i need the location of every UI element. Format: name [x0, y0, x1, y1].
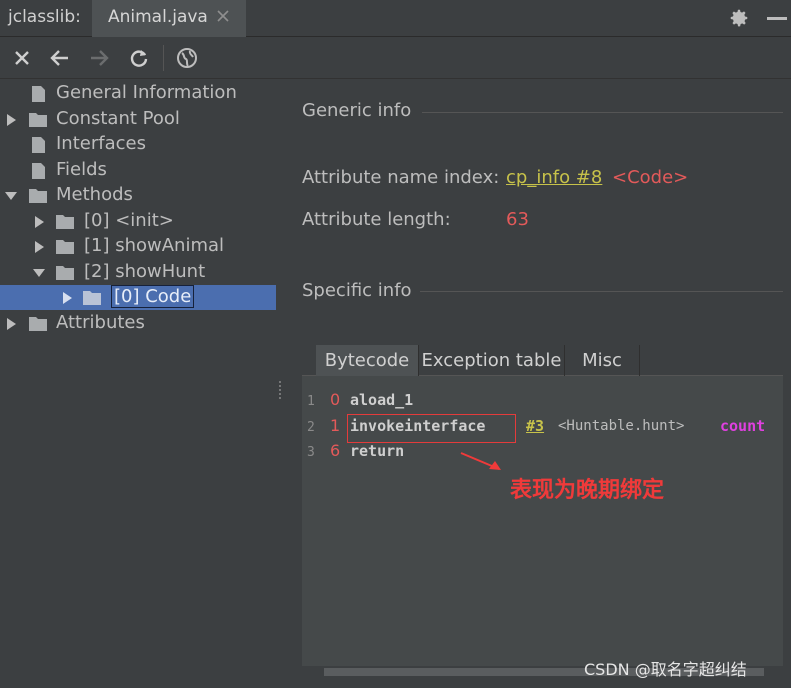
splitter-handle[interactable]: [278, 380, 282, 400]
tab-label: Misc: [582, 350, 622, 371]
tab-label: Bytecode: [324, 350, 410, 371]
tree-item-label: [1] showAnimal: [84, 235, 225, 256]
byte-offset: 6: [330, 441, 341, 460]
collapsed-arrow-icon[interactable]: [33, 215, 45, 229]
line-number: 3: [307, 445, 315, 460]
count-keyword: count: [720, 417, 766, 435]
watermark: CSDN @取名字超纠结: [584, 660, 747, 679]
class-tree: General Information Constant Pool Interfac…: [0, 80, 276, 688]
collapsed-arrow-icon[interactable]: [61, 291, 73, 305]
tree-item-label: Methods: [56, 184, 133, 205]
file-icon: [32, 163, 45, 179]
code-line: 1 0 aload_1: [302, 389, 783, 413]
constant-pool-ref-link[interactable]: #3: [526, 417, 544, 435]
highlight-box: [347, 414, 516, 443]
code-line: 3 6 return: [302, 440, 783, 464]
tree-item-label: [0] Code: [111, 285, 195, 308]
tree-item[interactable]: Constant Pool: [0, 107, 276, 132]
bytecode-tabs: Bytecode Exception table Misc: [302, 345, 783, 376]
tree-item[interactable]: [0] Code: [0, 285, 276, 310]
tree-item[interactable]: General Information: [0, 81, 276, 106]
globe-icon[interactable]: [176, 47, 198, 69]
forward-arrow-icon[interactable]: [88, 47, 110, 69]
cp-info-link[interactable]: cp_info #8: [506, 167, 602, 188]
tree-item[interactable]: Interfaces: [0, 132, 276, 157]
close-icon[interactable]: [215, 8, 231, 24]
tree-item[interactable]: [2] showHunt: [0, 260, 276, 285]
tree-item-label: Attributes: [56, 312, 145, 333]
app-label: jclasslib:: [8, 7, 81, 27]
tree-item[interactable]: Fields: [0, 158, 276, 183]
folder-icon: [29, 189, 47, 203]
file-icon: [32, 86, 45, 102]
collapsed-arrow-icon[interactable]: [5, 317, 17, 331]
attribute-length-label: Attribute length:: [302, 209, 451, 230]
file-icon: [32, 137, 45, 153]
folder-icon: [56, 215, 74, 229]
tree-item-label: Constant Pool: [56, 108, 180, 129]
tab-exception-table[interactable]: Exception table: [419, 345, 565, 376]
folder-icon: [29, 113, 47, 127]
tab-animal-java[interactable]: Animal.java: [92, 0, 246, 37]
byte-offset: 0: [330, 390, 341, 409]
folder-icon: [29, 317, 47, 331]
gear-icon[interactable]: [728, 7, 750, 29]
title-bar: jclasslib: Animal.java: [0, 0, 791, 37]
instruction: aload_1: [350, 391, 414, 409]
attribute-length-value: 63: [506, 209, 529, 230]
attribute-name-index-label: Attribute name index:: [302, 167, 500, 188]
toolbar-separator: [163, 45, 164, 71]
tab-bytecode[interactable]: Bytecode: [316, 345, 419, 376]
tab-misc[interactable]: Misc: [565, 345, 640, 376]
tree-item-label: [2] showHunt: [84, 261, 206, 282]
generic-info-title: Generic info: [302, 100, 412, 121]
tree-item-label: [0] <init>: [84, 210, 174, 231]
line-number: 1: [307, 394, 315, 409]
tree-item[interactable]: [1] showAnimal: [0, 234, 276, 259]
folder-icon: [83, 291, 101, 305]
attribute-name-value: <Code>: [612, 167, 689, 188]
tree-item[interactable]: Attributes: [0, 311, 276, 336]
folder-icon: [56, 240, 74, 254]
tree-item[interactable]: Methods: [0, 183, 276, 208]
annotation-text: 表现为晚期绑定: [510, 478, 665, 503]
refresh-icon[interactable]: [128, 47, 150, 69]
specific-info-title: Specific info: [302, 280, 412, 301]
collapsed-arrow-icon[interactable]: [33, 240, 45, 254]
folder-icon: [56, 266, 74, 280]
tab-label: Exception table: [421, 350, 562, 371]
minimize-icon[interactable]: [767, 17, 787, 20]
byte-offset: 1: [330, 416, 341, 435]
tree-item[interactable]: [0] <init>: [0, 209, 276, 234]
tab-label: Animal.java: [108, 7, 208, 27]
section-divider: [422, 112, 783, 113]
tree-item-label: Fields: [56, 159, 107, 180]
collapsed-arrow-icon[interactable]: [5, 113, 17, 127]
instruction: return: [350, 442, 405, 460]
line-number: 2: [307, 420, 315, 435]
close-icon[interactable]: [11, 47, 33, 69]
method-comment: <Huntable.hunt>: [558, 418, 685, 434]
tree-item-label: Interfaces: [56, 133, 146, 154]
toolbar: [0, 37, 791, 79]
expanded-arrow-icon[interactable]: [33, 266, 45, 280]
annotation-arrow-icon: [460, 452, 501, 470]
tree-item-label: General Information: [56, 82, 237, 103]
section-divider: [420, 291, 783, 292]
back-arrow-icon[interactable]: [49, 47, 71, 69]
expanded-arrow-icon[interactable]: [5, 189, 17, 203]
